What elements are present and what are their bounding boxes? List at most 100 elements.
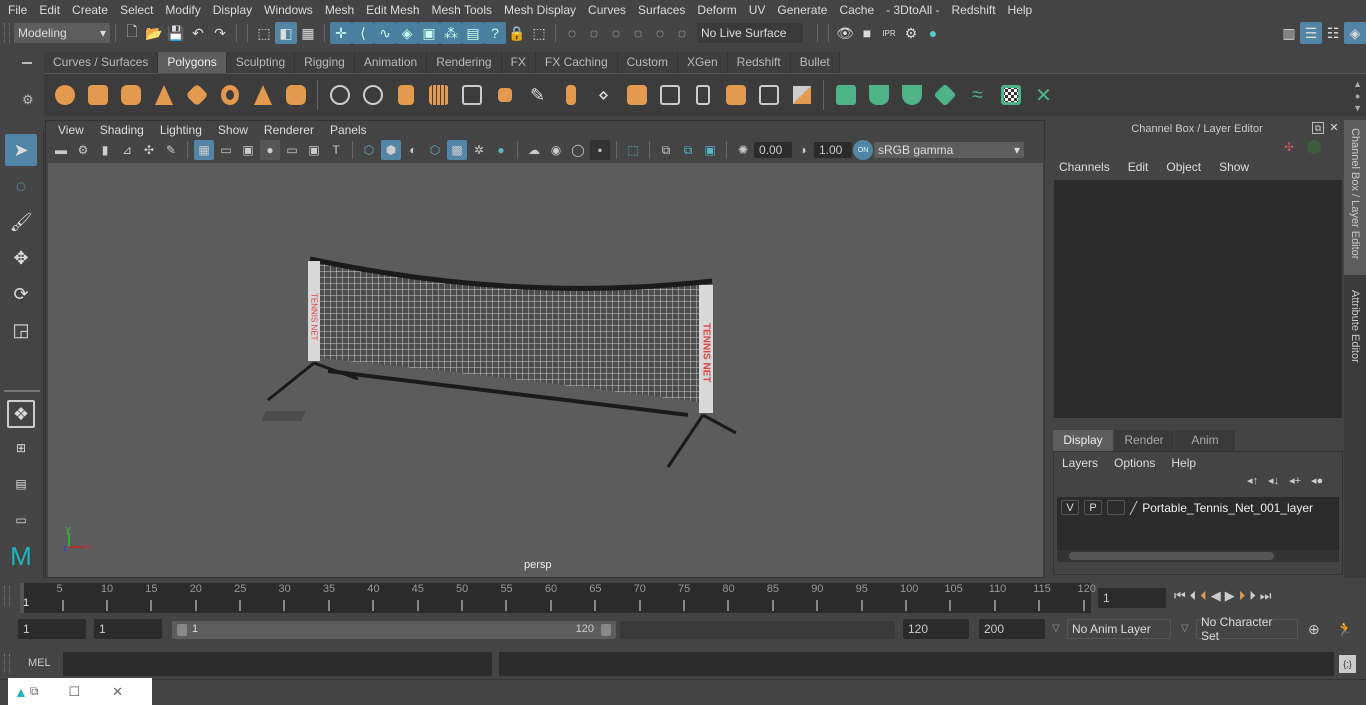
range-bar[interactable]: 1 120 (172, 621, 616, 639)
lasso-select-tool-icon[interactable]: ◌ (5, 170, 37, 202)
append-polygon-icon[interactable] (623, 82, 650, 109)
safe-action-icon[interactable]: ▣ (304, 140, 324, 160)
tab-attribute-editor[interactable]: Attribute Editor (1344, 282, 1366, 382)
horizontal-scrollbar[interactable] (1057, 550, 1339, 562)
channel-box-area[interactable] (1054, 180, 1342, 418)
lasso-point-icon[interactable]: ◌ (627, 22, 649, 44)
2d-pan-zoom-icon[interactable]: ✣ (139, 140, 159, 160)
current-frame-field[interactable]: 1 (1098, 588, 1166, 608)
screen-space-ao-icon[interactable]: ☁ (524, 140, 544, 160)
reduce-icon[interactable] (491, 82, 518, 109)
command-input[interactable] (63, 652, 492, 676)
close-window-icon[interactable]: ✕ (112, 684, 123, 700)
menu-deform[interactable]: Deform (691, 3, 742, 17)
layer-menu-layers[interactable]: Layers (1054, 456, 1106, 470)
wireframe-icon[interactable]: ⬡ (359, 140, 379, 160)
camera-attributes-icon[interactable]: ⚙ (73, 140, 93, 160)
combine-icon[interactable] (326, 82, 353, 109)
lock-icon[interactable]: 🔒 (506, 22, 528, 44)
paint-select-tool-icon[interactable]: 🖌 (5, 206, 37, 238)
play-backwards-icon[interactable]: ◀ (1211, 588, 1221, 604)
play-forwards-icon[interactable]: ▶ (1225, 588, 1235, 604)
open-scene-icon[interactable]: 📂 (143, 22, 165, 44)
channel-box-menu-channels[interactable]: Channels (1050, 160, 1119, 174)
gamma-field[interactable]: 1.00 (814, 142, 852, 158)
auto-key-icon[interactable]: ⊕ (1308, 621, 1320, 638)
fill-hole-icon[interactable] (788, 82, 815, 109)
uv-spherical-icon[interactable] (898, 82, 925, 109)
uv-contour-icon[interactable]: ≈ (964, 82, 991, 109)
animation-end-field[interactable]: 200 (979, 619, 1045, 639)
offset-edge-icon[interactable] (722, 82, 749, 109)
select-tool-arrow-icon[interactable]: ➤ (5, 134, 37, 166)
scrollbar-thumb[interactable] (1069, 552, 1274, 560)
insert-edge-icon[interactable] (689, 82, 716, 109)
select-component-icon[interactable]: ▦ (297, 22, 319, 44)
help-icon[interactable]: ? (484, 22, 506, 44)
tab-channel-box[interactable]: Channel Box / Layer Editor (1344, 120, 1366, 275)
tab-fx-caching[interactable]: FX Caching (535, 52, 618, 73)
shelf-gear-icon[interactable]: ⚙ (22, 92, 34, 108)
menu-generate[interactable]: Generate (771, 3, 833, 17)
playback-end-field[interactable]: 120 (903, 619, 969, 639)
shelf-menu-icon[interactable] (22, 62, 32, 64)
grid-icon[interactable]: ▦ (194, 140, 214, 160)
layer-tab-display[interactable]: Display (1053, 430, 1113, 451)
bridge-icon[interactable]: ⋄ (590, 82, 617, 109)
poly-pipe-icon[interactable] (282, 82, 309, 109)
shadows-icon[interactable]: ● (491, 140, 511, 160)
select-hierarchy-icon[interactable]: ⬚ (253, 22, 275, 44)
lasso-tag-icon[interactable]: ◌ (649, 22, 671, 44)
layer-row[interactable]: V P ╱ Portable_Tennis_Net_001_layer (1057, 497, 1339, 518)
use-default-material-icon[interactable]: ◐ (403, 140, 423, 160)
undo-icon[interactable]: ↶ (187, 22, 209, 44)
single-perspective-layout-icon[interactable]: ❖ (7, 400, 35, 428)
layer-menu-help[interactable]: Help (1163, 456, 1204, 470)
layer-editor-toggle-icon[interactable]: ◈ (1344, 22, 1366, 44)
xray-active-icon[interactable]: ▣ (700, 140, 720, 160)
layer-tab-render[interactable]: Render (1114, 430, 1174, 451)
poly-cube-icon[interactable] (84, 82, 111, 109)
menu-create[interactable]: Create (66, 3, 114, 17)
color-management-toggle[interactable]: ON (853, 140, 873, 160)
playback-start-field[interactable]: 1 (94, 619, 162, 639)
step-back-frame-icon[interactable]: ⏴ (1190, 588, 1197, 604)
axis-orient-icon[interactable]: ✣ (1284, 140, 1294, 154)
viewport-menu-shading[interactable]: Shading (92, 123, 152, 137)
snap-surface-icon[interactable]: ◈ (396, 22, 418, 44)
mode-selector[interactable]: Modeling ▾ (14, 23, 110, 43)
go-to-end-icon[interactable]: ⏭ (1260, 588, 1272, 604)
tennis-net-model[interactable]: TENNIS NET TENNIS NET (261, 256, 737, 468)
scale-tool-icon[interactable]: ◲ (5, 314, 37, 346)
range-end-handle[interactable] (601, 624, 611, 636)
layer-visibility-toggle[interactable]: V (1061, 500, 1079, 515)
render-settings-gear-icon[interactable]: ⚙ (900, 22, 922, 44)
float-panel-icon[interactable]: ⧉ (1312, 122, 1324, 134)
snap-view-plane-icon[interactable]: ▣ (418, 22, 440, 44)
menu-windows[interactable]: Windows (258, 3, 319, 17)
animation-start-field[interactable]: 1 (18, 619, 86, 639)
layer-tab-anim[interactable]: Anim (1175, 430, 1235, 451)
anti-aliasing-icon[interactable]: ◯ (568, 140, 588, 160)
edge-loop-icon[interactable] (656, 82, 683, 109)
menu-edit-mesh[interactable]: Edit Mesh (360, 3, 425, 17)
menu-curves[interactable]: Curves (582, 3, 632, 17)
menu-modify[interactable]: Modify (159, 3, 206, 17)
maximize-icon[interactable]: ☐ (68, 684, 80, 700)
xray-icon[interactable]: ⧉ (656, 140, 676, 160)
new-empty-layer-icon[interactable]: ◂+ (1289, 474, 1301, 487)
lasso-soft-icon[interactable]: ◌ (605, 22, 627, 44)
script-editor-icon[interactable]: {;} (1339, 655, 1356, 673)
gate-mask-icon[interactable]: ● (260, 140, 280, 160)
menu-3dtoall[interactable]: - 3DtoAll - (880, 3, 945, 17)
viewport-menu-panels[interactable]: Panels (322, 123, 375, 137)
tab-animation[interactable]: Animation (354, 52, 428, 73)
menu-select[interactable]: Select (114, 3, 159, 17)
layer-menu-options[interactable]: Options (1106, 456, 1163, 470)
layer-playback-toggle[interactable]: P (1084, 500, 1102, 515)
menu-cache[interactable]: Cache (833, 3, 880, 17)
step-forward-key-icon[interactable]: ⏵ (1239, 588, 1246, 604)
poly-cylinder-icon[interactable] (117, 82, 144, 109)
smooth-shade-icon[interactable]: ⬢ (381, 140, 401, 160)
render-settings-icon[interactable]: ▤ (462, 22, 484, 44)
